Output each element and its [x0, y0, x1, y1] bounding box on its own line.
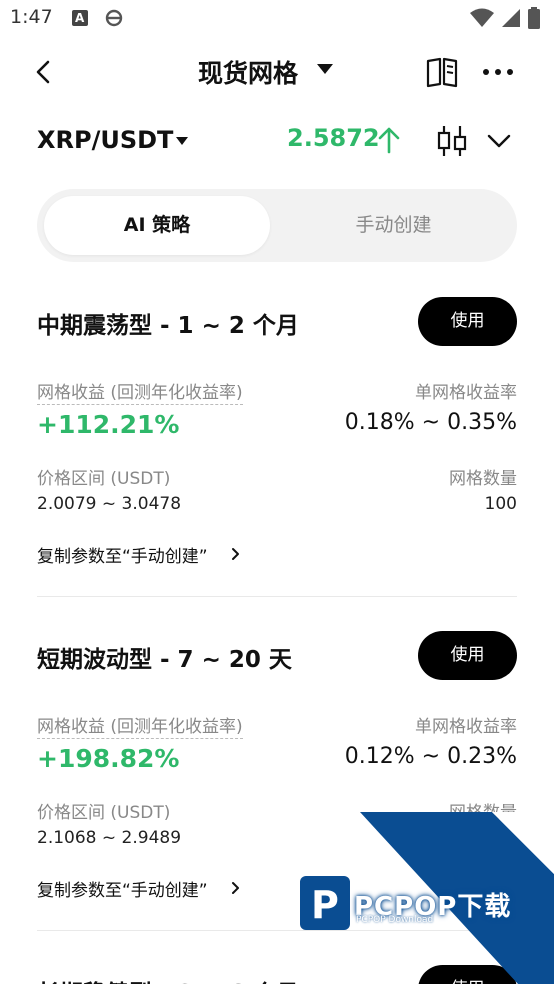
copy-params-link[interactable]: 复制参数至“手动创建” [37, 542, 208, 567]
card-title: 中期震荡型 - 1 ~ 2 个月 [37, 313, 299, 339]
candlestick-icon[interactable] [436, 124, 468, 158]
wifi-icon [470, 8, 494, 27]
yield-value: +112.21% [37, 410, 180, 439]
per-grid-label: 单网格收益率 [415, 383, 517, 403]
browser-e-icon [105, 9, 123, 27]
pair-row: XRP/USDT 2.5872 [0, 116, 554, 166]
svg-text:P: P [311, 883, 339, 927]
notification-a-icon: A [72, 10, 88, 26]
more-dots-icon[interactable] [481, 58, 515, 86]
chevron-right-icon[interactable] [230, 881, 242, 895]
tab-ai-strategy-label: AI 策略 [123, 214, 191, 236]
use-button[interactable]: 使用 [418, 631, 517, 680]
yield-label[interactable]: 网格收益 (回测年化收益率) [37, 378, 243, 405]
watermark-sub: PCPOP Download [356, 915, 434, 925]
status-time: 1:47 [10, 6, 53, 28]
watermark-logo: P PCPOP下载 PCPOP Download [296, 812, 554, 984]
yield-label[interactable]: 网格收益 (回测年化收益率) [37, 712, 243, 739]
tab-manual-create[interactable]: 手动创建 [277, 196, 510, 255]
card-title: 长期稳健型 - 3 ~ 6 个月 [37, 974, 299, 984]
range-value: 2.1068 ~ 2.9489 [37, 828, 182, 848]
range-label: 价格区间 (USDT) [37, 469, 171, 489]
tab-ai-strategy[interactable]: AI 策略 [44, 196, 270, 255]
range-value: 2.0079 ~ 3.0478 [37, 494, 182, 514]
per-grid-label: 单网格收益率 [415, 717, 517, 737]
count-label: 网格数量 [449, 469, 517, 489]
card-title: 短期波动型 - 7 ~ 20 天 [37, 647, 292, 673]
pair-price: 2.5872 [287, 124, 380, 152]
per-grid-value: 0.12% ~ 0.23% [344, 744, 517, 769]
pair-name[interactable]: XRP/USDT [37, 126, 173, 154]
page-title[interactable]: 现货网格 [198, 54, 298, 90]
count-value: 100 [484, 494, 517, 514]
status-bar: 1:47 A [0, 0, 554, 38]
caret-down-icon[interactable] [317, 64, 333, 74]
signal-icon [502, 9, 520, 27]
copy-params-link[interactable]: 复制参数至“手动创建” [37, 876, 208, 901]
up-arrow-icon [378, 127, 400, 154]
chevron-right-icon[interactable] [230, 547, 242, 561]
divider [37, 596, 517, 597]
battery-icon [528, 7, 540, 29]
book-icon[interactable] [425, 56, 459, 88]
per-grid-value: 0.18% ~ 0.35% [344, 410, 517, 435]
range-label: 价格区间 (USDT) [37, 803, 171, 823]
back-arrow-icon[interactable] [30, 58, 58, 86]
pair-caret-icon[interactable] [176, 137, 188, 145]
nav-bar: 现货网格 [0, 44, 554, 100]
strategy-segment: AI 策略 手动创建 [37, 189, 517, 262]
use-button[interactable]: 使用 [418, 297, 517, 346]
yield-value: +198.82% [37, 744, 180, 773]
chevron-down-icon[interactable] [486, 130, 512, 152]
